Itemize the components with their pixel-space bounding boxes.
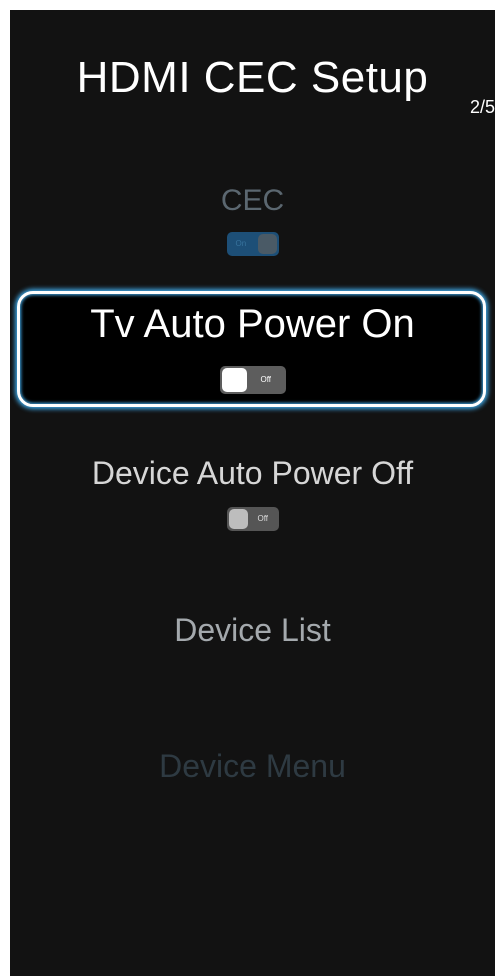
tv-auto-power-on-label: Tv Auto Power On <box>90 302 415 346</box>
page-indicator: 2/5 <box>469 97 495 117</box>
tv-auto-power-on-toggle-state: Off <box>260 375 272 384</box>
device-menu-label: Device Menu <box>159 748 346 784</box>
cec-toggle-knob <box>257 234 277 254</box>
menu-item-cec[interactable]: CEC On <box>10 180 495 261</box>
menu-item-tv-auto-power-on[interactable]: Tv Auto Power On Off <box>10 300 495 399</box>
tv-auto-power-on-toggle[interactable]: Off <box>219 366 286 394</box>
tv-settings-screen: HDMI CEC Setup 2/5 CEC On Tv Auto Power … <box>10 10 495 976</box>
cec-toggle[interactable]: On <box>226 232 279 256</box>
cec-label: CEC <box>220 184 285 217</box>
tv-auto-power-on-toggle-knob <box>221 368 247 392</box>
page-title: HDMI CEC Setup <box>76 53 429 102</box>
device-auto-power-off-toggle[interactable]: Off <box>226 507 279 531</box>
menu-item-device-auto-power-off[interactable]: Device Auto Power Off Off <box>10 452 495 536</box>
menu-item-device-menu: Device Menu <box>10 744 495 788</box>
device-auto-power-off-toggle-state: Off <box>257 514 269 523</box>
cec-toggle-state: On <box>235 239 247 248</box>
device-auto-power-off-label: Device Auto Power Off <box>91 455 414 491</box>
device-list-label: Device List <box>174 612 331 648</box>
device-auto-power-off-toggle-knob <box>228 509 248 529</box>
menu-item-device-list[interactable]: Device List <box>10 608 495 652</box>
